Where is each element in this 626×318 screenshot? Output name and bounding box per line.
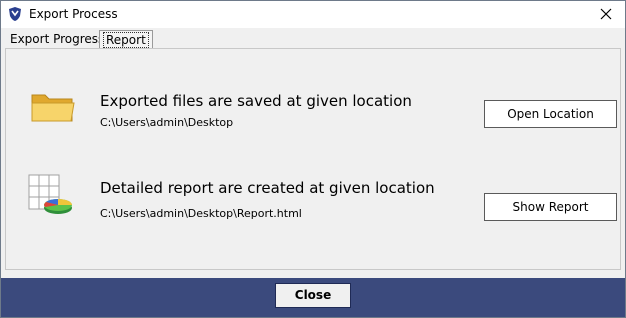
- show-report-button[interactable]: Show Report: [484, 193, 617, 221]
- tab-export-progress[interactable]: Export Progress: [7, 31, 107, 48]
- tab-report-label: Report: [103, 32, 149, 48]
- export-process-window: Export Process Export Progress Report Ex…: [0, 0, 626, 318]
- exported-path: C:\Users\admin\Desktop: [100, 116, 234, 129]
- folder-icon: [31, 94, 75, 122]
- footer-bar: Close: [1, 278, 625, 317]
- close-icon: [600, 8, 612, 20]
- window-close-button[interactable]: [595, 3, 617, 25]
- close-button[interactable]: Close: [275, 283, 351, 308]
- tab-strip: Export Progress Report: [1, 28, 625, 49]
- window-title: Export Process: [29, 7, 118, 21]
- exported-heading: Exported files are saved at given locati…: [100, 92, 412, 110]
- report-chart-icon: [28, 174, 72, 214]
- open-location-button[interactable]: Open Location: [484, 100, 617, 128]
- title-bar: Export Process: [1, 1, 625, 28]
- tab-report[interactable]: Report: [99, 30, 153, 49]
- report-heading: Detailed report are created at given loc…: [100, 179, 435, 197]
- report-path: C:\Users\admin\Desktop\Report.html: [100, 207, 302, 220]
- report-panel: Exported files are saved at given locati…: [5, 48, 621, 270]
- app-shield-icon: [9, 7, 21, 21]
